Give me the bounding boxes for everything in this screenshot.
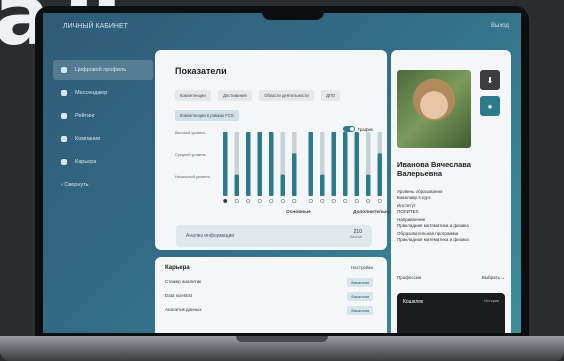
bar[interactable] <box>331 132 337 196</box>
bar[interactable] <box>320 174 325 196</box>
analysis-label: Анализ информации <box>186 233 235 239</box>
tab-fcs-competencies[interactable]: Компетенции в рамках FCS <box>175 110 239 121</box>
logout-link[interactable]: Выход <box>491 23 509 29</box>
y-level-low: Начальный уровень <box>175 175 211 179</box>
profile-card: ⬇ ● Иванова Вячеслава Валерьевна Уровень… <box>391 50 511 333</box>
download-button[interactable]: ⬇ <box>480 70 500 90</box>
tab-activity-areas[interactable]: Области деятельности <box>259 90 314 101</box>
collapse-sidebar-link[interactable]: ‹ Свернуть <box>53 182 153 188</box>
y-level-mid: Средний уровень <box>175 153 206 157</box>
career-settings-link[interactable]: Настройки <box>351 265 373 270</box>
bar[interactable] <box>234 174 240 196</box>
edu-level: Уровень образования Бакалавр 4 курс <box>397 189 507 201</box>
institute-value: ПОЛИТЕХ <box>397 209 419 214</box>
wallet-card[interactable]: Кошелек История <box>397 293 505 333</box>
program-value: Прикладная математика и физика <box>397 237 469 242</box>
bar-marker[interactable] <box>223 198 228 204</box>
career-title: Карьера <box>165 265 190 271</box>
bar[interactable] <box>223 132 228 196</box>
analysis-panel[interactable]: Анализ информации 210 баллов <box>176 225 372 247</box>
profile-photo <box>397 70 471 148</box>
program: Образовательная программа Прикладная мат… <box>397 231 507 243</box>
vacancy-badge: Вакансия <box>347 292 373 301</box>
bar-marker[interactable] <box>269 198 274 204</box>
laptop-hinge-notch <box>236 336 328 342</box>
professions-label: Профессии <box>397 275 421 280</box>
bar-marker[interactable] <box>331 198 336 204</box>
indicator-tabs: Компетенции Достижения Области деятельно… <box>175 84 385 124</box>
bar[interactable] <box>366 174 371 196</box>
user-icon <box>61 67 67 73</box>
group-label-extra: Дополнительные <box>353 210 395 215</box>
bar-marker[interactable] <box>308 198 313 204</box>
app-logo: ЛИЧНЫЙ КАБИНЕТ <box>63 23 128 30</box>
tab-dpo[interactable]: ДПО <box>321 90 341 101</box>
analysis-score: 210 баллов <box>350 229 362 239</box>
bar-marker[interactable] <box>280 198 285 204</box>
wallet-title: Кошелек <box>403 299 424 305</box>
bar-marker[interactable] <box>366 198 371 204</box>
bar[interactable] <box>257 132 263 196</box>
career-card: Карьера Настройки Стажер аналитик Ваканс… <box>155 257 387 333</box>
briefcase-icon <box>61 159 67 165</box>
y-level-high: Высокий уровень <box>175 131 206 135</box>
download-icon: ⬇ <box>486 75 494 85</box>
chevron-down-icon: ⌄ <box>501 275 505 280</box>
share-icon: ● <box>487 101 493 111</box>
career-row[interactable]: Data scientist <box>165 293 192 298</box>
profile-name: Иванова Вячеслава Валерьевна <box>397 160 471 178</box>
bar-marker[interactable] <box>292 198 297 204</box>
share-button[interactable]: ● <box>480 96 500 116</box>
sidebar-item-label: Компании <box>75 136 101 142</box>
sidebar-item-label: Мессенджер <box>75 90 108 96</box>
bar[interactable] <box>343 132 348 196</box>
bar-marker[interactable] <box>354 198 359 204</box>
professions-row: Профессии Выбрать ⌄ <box>397 275 505 280</box>
star-icon <box>61 113 67 119</box>
sidebar: Цифровой профиль Мессенджер Рейтинг Комп… <box>53 60 153 188</box>
bar[interactable] <box>269 132 274 196</box>
choose-label: Выбрать <box>481 275 500 280</box>
bar-marker[interactable] <box>377 198 382 204</box>
sidebar-item-companies[interactable]: Компании <box>53 129 153 149</box>
choose-profession-button[interactable]: Выбрать ⌄ <box>482 275 505 281</box>
bar-marker[interactable] <box>246 198 251 204</box>
career-row[interactable]: Аналитик данных <box>165 307 202 312</box>
analysis-unit: баллов <box>350 235 362 239</box>
direction-value: Прикладная математика и физика <box>397 223 469 228</box>
tab-achievements[interactable]: Достижения <box>218 90 252 101</box>
institute: Институт ПОЛИТЕХ <box>397 203 507 215</box>
tab-competencies[interactable]: Компетенции <box>175 90 211 101</box>
sidebar-item-label: Рейтинг <box>75 113 96 119</box>
direction: Направление Прикладная математика и физи… <box>397 217 507 229</box>
career-row[interactable]: Стажер аналитик <box>165 279 201 284</box>
bar[interactable] <box>292 153 297 196</box>
collapse-label: Свернуть <box>64 182 89 188</box>
group-label-main: Основные <box>286 210 311 215</box>
bar-marker[interactable] <box>257 198 262 204</box>
bar[interactable] <box>246 132 251 196</box>
laptop-screen: ЛИЧНЫЙ КАБИНЕТ Выход Цифровой профиль Ме… <box>43 13 521 333</box>
bar[interactable] <box>354 132 360 196</box>
sidebar-item-messenger[interactable]: Мессенджер <box>53 83 153 103</box>
wallet-history-link[interactable]: История <box>484 299 499 303</box>
bar[interactable] <box>280 174 286 196</box>
bar-marker[interactable] <box>320 198 325 204</box>
indicators-title: Показатели <box>175 66 227 76</box>
sidebar-item-label: Карьера <box>75 159 97 165</box>
building-icon <box>61 136 67 142</box>
edu-level-value: Бакалавр 4 курс <box>397 195 432 200</box>
sidebar-item-profile[interactable]: Цифровой профиль <box>53 60 153 80</box>
sidebar-item-career[interactable]: Карьера <box>53 152 153 172</box>
chat-icon <box>61 90 67 96</box>
bar[interactable] <box>377 153 383 196</box>
bar-marker[interactable] <box>234 198 239 204</box>
bar[interactable] <box>308 132 314 196</box>
sidebar-item-label: Цифровой профиль <box>75 67 127 73</box>
vacancy-badge: Вакансия <box>347 306 373 315</box>
bar-marker[interactable] <box>343 198 348 204</box>
camera-notch <box>262 6 324 20</box>
sidebar-item-rating[interactable]: Рейтинг <box>53 106 153 126</box>
vacancy-badge: Вакансия <box>347 278 373 287</box>
